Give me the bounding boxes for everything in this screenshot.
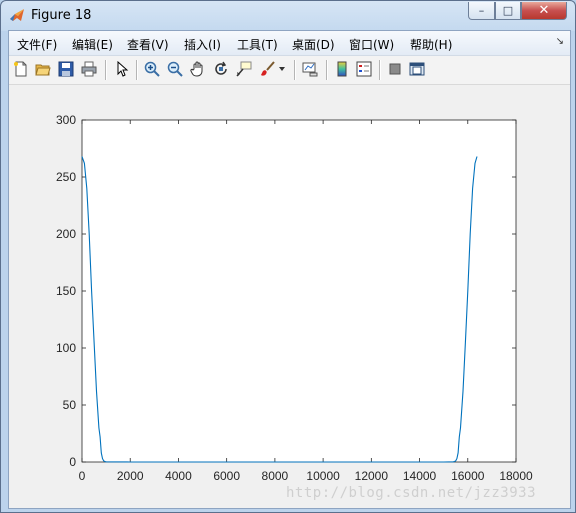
close-icon: ✕ xyxy=(538,3,550,18)
show-plot-tools-icon[interactable] xyxy=(408,60,426,78)
hide-plot-tools-icon[interactable] xyxy=(386,60,404,78)
rotate-3d-icon[interactable] xyxy=(212,60,230,78)
x-tick-label: 14000 xyxy=(403,469,437,483)
menu-window[interactable]: 窗口(W) xyxy=(349,36,394,53)
print-icon[interactable] xyxy=(80,60,98,78)
y-tick-label: 0 xyxy=(69,455,76,469)
save-icon[interactable] xyxy=(57,60,75,78)
figure-window: Figure 18 – □ ✕ 文件(F) 编辑(E) 查看(V) 插入(I) … xyxy=(0,0,576,513)
data-cursor-icon[interactable] xyxy=(235,60,253,78)
title-bar[interactable]: Figure 18 – □ ✕ xyxy=(1,1,575,30)
menu-bar: 文件(F) 编辑(E) 查看(V) 插入(I) 工具(T) 桌面(D) 窗口(W… xyxy=(9,31,570,56)
pan-hand-icon[interactable] xyxy=(189,60,207,78)
x-tick-label: 8000 xyxy=(262,469,289,483)
y-tick-label: 100 xyxy=(56,341,76,355)
figure-client-area: 文件(F) 编辑(E) 查看(V) 插入(I) 工具(T) 桌面(D) 窗口(W… xyxy=(8,30,571,509)
x-tick-label: 10000 xyxy=(306,469,340,483)
figure-canvas: 0 2000 4000 6000 8000 10000 12000 14000 16000 180… xyxy=(9,85,570,508)
menu-help[interactable]: 帮助(H) xyxy=(410,36,452,53)
zoom-in-icon[interactable] xyxy=(143,60,161,78)
link-plot-icon[interactable] xyxy=(301,60,319,78)
matlab-logo-icon xyxy=(10,9,24,21)
menu-view[interactable]: 查看(V) xyxy=(127,36,169,53)
close-button[interactable]: ✕ xyxy=(521,2,567,20)
y-tick-label: 150 xyxy=(56,284,76,298)
legend-icon[interactable] xyxy=(355,60,373,78)
select-arrow-icon[interactable] xyxy=(113,60,131,78)
x-tick-label: 12000 xyxy=(355,469,389,483)
y-tick-label: 250 xyxy=(56,170,76,184)
open-file-icon[interactable] xyxy=(34,60,52,78)
new-figure-icon[interactable] xyxy=(12,60,30,78)
menu-overflow-icon[interactable]: ↘ xyxy=(556,36,564,47)
figure-toolbar xyxy=(9,56,570,85)
window-title: Figure 18 xyxy=(31,8,92,23)
minimize-icon: – xyxy=(478,4,485,17)
watermark-text: http://blog.csdn.net/jzz3933 xyxy=(286,485,537,501)
toolbar-separator xyxy=(294,60,296,80)
toolbar-separator xyxy=(105,60,107,80)
toolbar-separator xyxy=(379,60,381,80)
toolbar-separator xyxy=(326,60,328,80)
y-tick-label: 200 xyxy=(56,227,76,241)
menu-edit[interactable]: 编辑(E) xyxy=(72,36,113,53)
chevron-down-icon[interactable] xyxy=(277,60,287,78)
menu-file[interactable]: 文件(F) xyxy=(17,36,57,53)
x-tick-label: 6000 xyxy=(213,469,240,483)
x-tick-label: 0 xyxy=(79,469,86,483)
colorbar-icon[interactable] xyxy=(333,60,351,78)
y-tick-label: 300 xyxy=(56,113,76,127)
menu-tools[interactable]: 工具(T) xyxy=(237,36,278,53)
toolbar-separator xyxy=(136,60,138,80)
maximize-icon: □ xyxy=(502,4,514,17)
x-tick-label: 18000 xyxy=(499,469,533,483)
line-chart[interactable]: 0 2000 4000 6000 8000 10000 12000 14000 16000 180… xyxy=(9,85,570,508)
menu-insert[interactable]: 插入(I) xyxy=(184,36,221,53)
minimize-button[interactable]: – xyxy=(468,2,495,20)
x-tick-label: 16000 xyxy=(451,469,485,483)
x-tick-label: 4000 xyxy=(165,469,192,483)
y-tick-label: 50 xyxy=(63,398,77,412)
maximize-button[interactable]: □ xyxy=(495,2,521,20)
x-tick-label: 2000 xyxy=(117,469,144,483)
zoom-out-icon[interactable] xyxy=(166,60,184,78)
axes-box xyxy=(81,119,517,463)
menu-desktop[interactable]: 桌面(D) xyxy=(292,36,335,53)
brush-icon[interactable] xyxy=(259,60,277,78)
